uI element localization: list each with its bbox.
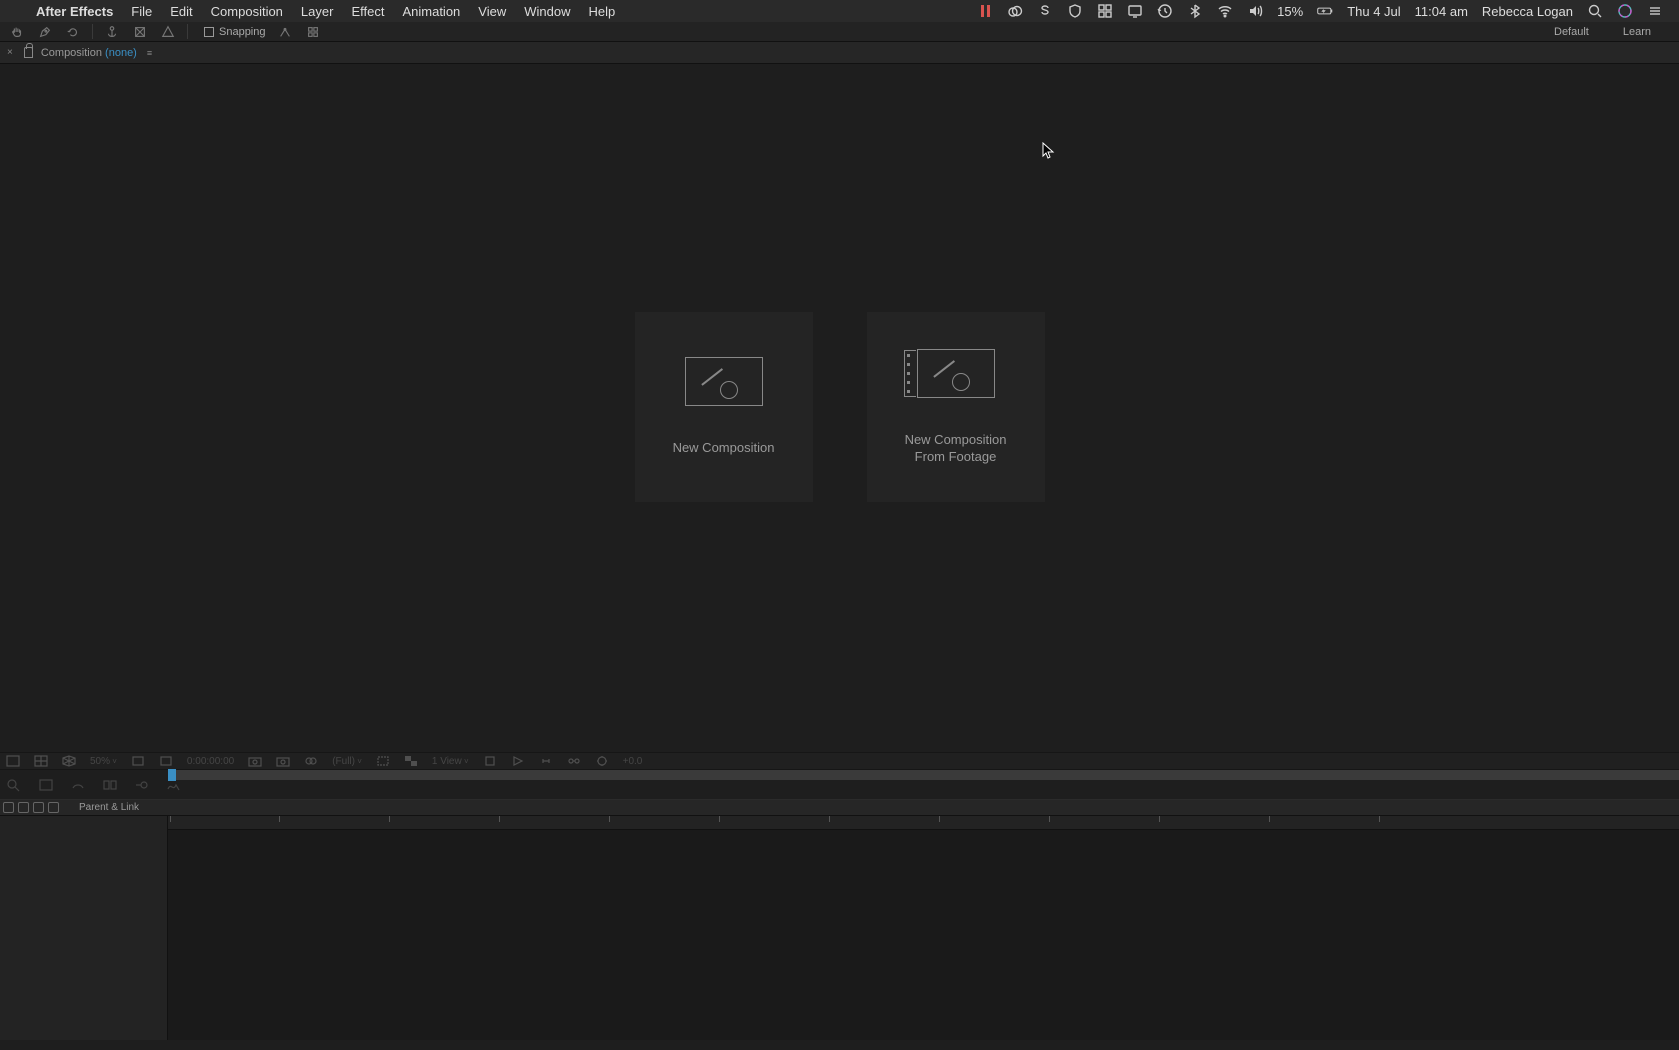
timeline-link-icon[interactable] (539, 755, 553, 767)
anchor-tool-icon[interactable] (103, 23, 121, 41)
view-count-dropdown[interactable]: 1 View (432, 756, 469, 767)
pause-status-icon[interactable] (977, 3, 993, 19)
snapping-toggle[interactable]: Snapping (204, 26, 266, 38)
creative-cloud-icon[interactable] (1007, 3, 1023, 19)
rectangle2-icon[interactable] (159, 755, 173, 767)
panel-title: Composition (none) (41, 47, 137, 59)
current-timecode[interactable]: 0:00:00:00 (187, 756, 234, 767)
mouse-cursor-icon (1042, 142, 1055, 161)
rotate-tool-icon[interactable] (64, 23, 82, 41)
show-snapshot-icon[interactable] (276, 755, 290, 767)
menu-layer[interactable]: Layer (301, 4, 334, 19)
parent-link-header: Parent & Link (79, 802, 139, 813)
menu-edit[interactable]: Edit (170, 4, 192, 19)
snapping-checkbox[interactable] (204, 27, 214, 37)
alpha-toggle-icon[interactable] (6, 755, 20, 767)
exposure-reset-icon[interactable] (595, 755, 609, 767)
panel-close-icon[interactable]: × (4, 47, 16, 58)
fast-preview-icon[interactable] (511, 755, 525, 767)
roi-icon[interactable] (376, 755, 390, 767)
shield-icon[interactable] (1067, 3, 1083, 19)
workspace-learn-button[interactable]: Learn (1617, 24, 1657, 40)
toolbar-divider (187, 24, 188, 39)
menu-window[interactable]: Window (524, 4, 570, 19)
menu-help[interactable]: Help (588, 4, 615, 19)
menubar-date[interactable]: Thu 4 Jul (1347, 4, 1400, 19)
volume-icon[interactable] (1247, 3, 1263, 19)
hand-tool-icon[interactable] (8, 23, 26, 41)
snap-edge-icon[interactable] (276, 23, 294, 41)
menubar-time[interactable]: 11:04 am (1415, 4, 1468, 19)
spotlight-search-icon[interactable] (1587, 3, 1603, 19)
solo-switch-icon[interactable] (33, 802, 44, 813)
color-mgmt-icon[interactable] (304, 755, 318, 767)
siri-icon[interactable] (1617, 3, 1633, 19)
tl-motion-blur-icon[interactable] (134, 778, 150, 792)
timeline-panel: Parent & Link (0, 770, 1679, 1040)
timeline-track-area[interactable] (168, 830, 1679, 1040)
new-composition-button[interactable]: New Composition (635, 312, 813, 502)
audio-switch-icon[interactable] (18, 802, 29, 813)
pixel-aspect-icon[interactable] (483, 755, 497, 767)
tl-search-icon[interactable] (6, 778, 22, 792)
timeline-source-area[interactable] (0, 816, 168, 1040)
new-composition-label: New Composition (673, 440, 775, 457)
shape-tool-icon[interactable] (159, 23, 177, 41)
new-composition-footage-label: New Composition From Footage (905, 432, 1007, 466)
wifi-icon[interactable] (1217, 3, 1233, 19)
workspace-default-button[interactable]: Default (1548, 24, 1595, 40)
new-composition-footage-icon (917, 349, 995, 398)
tl-frame-blend-icon[interactable] (102, 778, 118, 792)
bluetooth-icon[interactable] (1187, 3, 1203, 19)
composition-viewer: New Composition New Composition From Foo… (0, 64, 1679, 752)
battery-percent[interactable]: 15% (1277, 4, 1303, 19)
toolbar-divider (92, 24, 93, 39)
grid-app-icon[interactable] (1097, 3, 1113, 19)
viewer-status-bar: 50% 0:00:00:00 (Full) 1 View +0.0 (0, 752, 1679, 770)
snapshot-icon[interactable] (248, 755, 262, 767)
panel-menu-icon[interactable]: ≡ (147, 48, 151, 58)
new-composition-from-footage-button[interactable]: New Composition From Footage (867, 312, 1045, 502)
panel-title-suffix: (none) (105, 47, 137, 59)
pen-tool-icon[interactable] (36, 23, 54, 41)
battery-charging-icon[interactable] (1317, 3, 1333, 19)
tl-graph-editor-icon[interactable] (166, 778, 182, 792)
app-name[interactable]: After Effects (36, 4, 113, 19)
timemachine-icon[interactable] (1157, 3, 1173, 19)
panel-lock-icon[interactable] (24, 47, 33, 58)
new-composition-icon (685, 357, 763, 406)
resolution-dropdown[interactable]: (Full) (332, 756, 362, 767)
transparency-grid-icon[interactable] (404, 755, 418, 767)
menu-view[interactable]: View (478, 4, 506, 19)
timeline-work-area[interactable] (168, 770, 1679, 780)
flowchart-icon[interactable] (567, 755, 581, 767)
exposure-value[interactable]: +0.0 (623, 756, 643, 767)
snapping-label: Snapping (219, 26, 266, 38)
snap-grid-icon[interactable] (304, 23, 322, 41)
menubar-user[interactable]: Rebecca Logan (1482, 4, 1573, 19)
control-center-icon[interactable] (1647, 3, 1663, 19)
tl-comp-mini-icon[interactable] (38, 778, 54, 792)
panel-title-prefix: Composition (41, 47, 102, 59)
3d-camera-icon[interactable] (62, 755, 76, 767)
menu-file[interactable]: File (131, 4, 152, 19)
s-app-icon[interactable] (1037, 3, 1053, 19)
channel-toggle-icon[interactable] (34, 755, 48, 767)
video-switch-icon[interactable] (3, 802, 14, 813)
rectangle-icon[interactable] (131, 755, 145, 767)
zoom-dropdown[interactable]: 50% (90, 756, 117, 767)
timeline-ruler[interactable] (168, 816, 1679, 830)
menu-composition[interactable]: Composition (211, 4, 283, 19)
mask-tool-icon[interactable] (131, 23, 149, 41)
lock-switch-icon[interactable] (48, 802, 59, 813)
menu-animation[interactable]: Animation (402, 4, 460, 19)
menu-effect[interactable]: Effect (351, 4, 384, 19)
display-icon[interactable] (1127, 3, 1143, 19)
timeline-column-header: Parent & Link (0, 800, 1679, 816)
tl-shy-icon[interactable] (70, 778, 86, 792)
